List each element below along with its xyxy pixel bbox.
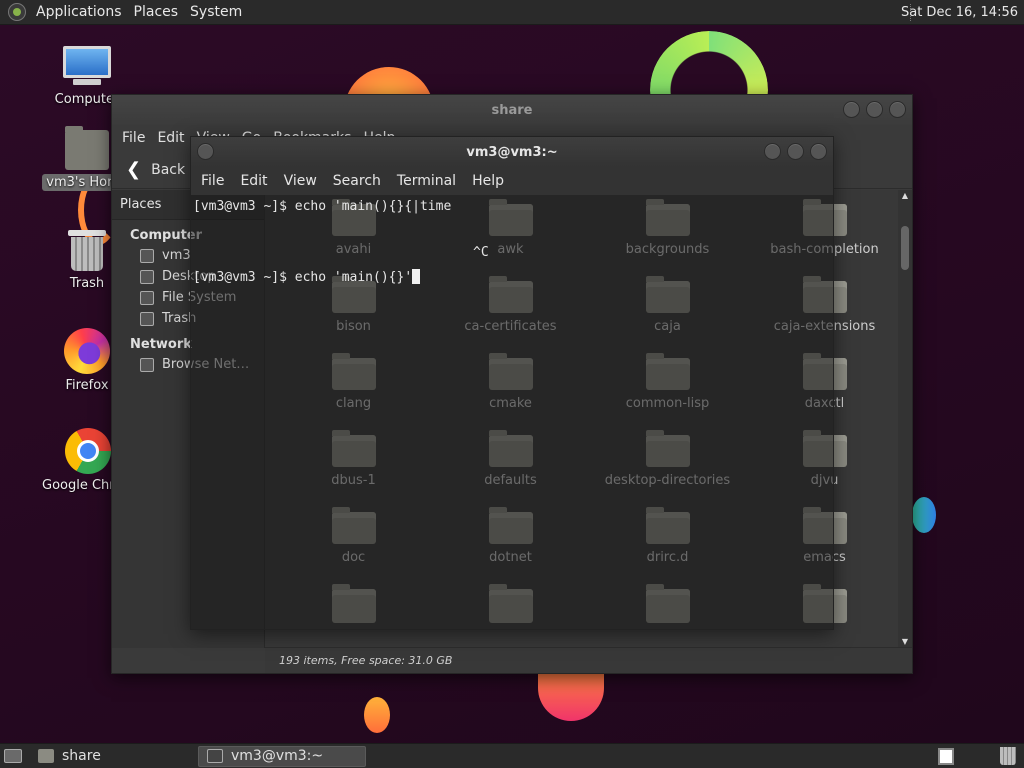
menu-search[interactable]: Search <box>327 173 387 189</box>
menu-edit[interactable]: Edit <box>151 130 190 146</box>
minimize-button[interactable] <box>843 101 860 118</box>
workspace-switcher[interactable] <box>938 748 954 765</box>
trash-applet-icon[interactable] <box>1000 747 1016 765</box>
applications-menu[interactable]: Applications <box>30 0 128 25</box>
network-icon <box>140 357 154 372</box>
close-button[interactable] <box>810 143 827 160</box>
trash-icon <box>68 230 106 272</box>
desktop-icon-label: Trash <box>69 276 105 291</box>
top-panel: Applications Places System Sat Dec 16, 1… <box>0 0 1024 25</box>
taskbar-item-label: share <box>62 748 101 764</box>
trash-icon <box>140 311 154 326</box>
desktop-icon-label: Computer <box>54 92 120 107</box>
firefox-icon <box>64 328 110 374</box>
terminal-icon <box>207 749 223 763</box>
bottom-panel: share vm3@vm3:~ <box>0 743 1024 768</box>
menu-help[interactable]: Help <box>466 173 510 189</box>
back-label: Back <box>151 161 186 178</box>
taskbar-item-share[interactable]: share <box>30 746 190 767</box>
sidebar-header-label: Places <box>120 197 162 212</box>
maximize-button[interactable] <box>787 143 804 160</box>
system-menu[interactable]: System <box>184 0 248 25</box>
menu-terminal[interactable]: Terminal <box>391 173 462 189</box>
menu-edit[interactable]: Edit <box>234 173 273 189</box>
sidebar-item-label: vm3 <box>162 248 191 263</box>
mate-logo-icon[interactable] <box>8 3 26 21</box>
terminal-prompt-line: [vm3@vm3 ~]$ echo 'main(){}' <box>193 269 421 285</box>
desktop-icon-label: Firefox <box>65 378 109 393</box>
terminal-cursor <box>412 269 421 284</box>
menu-file[interactable]: File <box>195 173 230 189</box>
wallpaper-blob-shape <box>364 697 390 733</box>
clock[interactable]: Sat Dec 16, 14:56 <box>901 0 1018 25</box>
chrome-icon <box>65 428 111 474</box>
scrollbar-thumb[interactable] <box>901 226 909 270</box>
menu-view[interactable]: View <box>278 173 323 189</box>
window-titlebar[interactable]: share <box>112 95 912 125</box>
home-icon <box>140 248 154 263</box>
places-menu[interactable]: Places <box>128 0 185 25</box>
folder-icon <box>38 749 54 763</box>
menu-file[interactable]: File <box>116 130 151 146</box>
wallpaper-blob-shape <box>912 497 936 533</box>
terminal-ctrl-c: ^C <box>473 245 489 260</box>
terminal-titlebar[interactable]: vm3@vm3:~ <box>191 137 833 167</box>
maximize-button[interactable] <box>866 101 883 118</box>
taskbar-item-terminal[interactable]: vm3@vm3:~ <box>198 745 366 767</box>
terminal-line: [vm3@vm3 ~]$ echo 'main(){}{|time <box>193 199 452 214</box>
home-folder-icon <box>65 126 109 170</box>
minimize-button[interactable] <box>764 143 781 160</box>
scroll-up-icon[interactable]: ▲ <box>898 190 912 202</box>
vertical-scrollbar[interactable]: ▲ ▼ <box>898 190 912 648</box>
status-bar: 193 items, Free space: 31.0 GB <box>265 647 912 673</box>
back-button[interactable]: ❮ Back <box>120 155 191 184</box>
window-menu-button[interactable] <box>197 143 214 160</box>
close-button[interactable] <box>889 101 906 118</box>
terminal-output[interactable]: [vm3@vm3 ~]$ echo 'main(){}{|time ^C [vm… <box>191 195 833 629</box>
computer-icon <box>63 46 111 88</box>
taskbar-item-label: vm3@vm3:~ <box>231 748 324 764</box>
window-title: share <box>491 102 533 118</box>
terminal-menubar: File Edit View Search Terminal Help <box>191 167 833 195</box>
drive-icon <box>140 290 154 305</box>
terminal-window[interactable]: vm3@vm3:~ File Edit View Search Terminal… <box>190 136 834 630</box>
terminal-title: vm3@vm3:~ <box>466 144 558 160</box>
show-desktop-icon[interactable] <box>4 749 22 763</box>
desktop-icon <box>140 269 154 284</box>
terminal-command-text: [vm3@vm3 ~]$ echo 'main(){}' <box>193 270 413 285</box>
status-text: 193 items, Free space: 31.0 GB <box>279 654 453 667</box>
back-arrow-icon: ❮ <box>126 159 142 180</box>
